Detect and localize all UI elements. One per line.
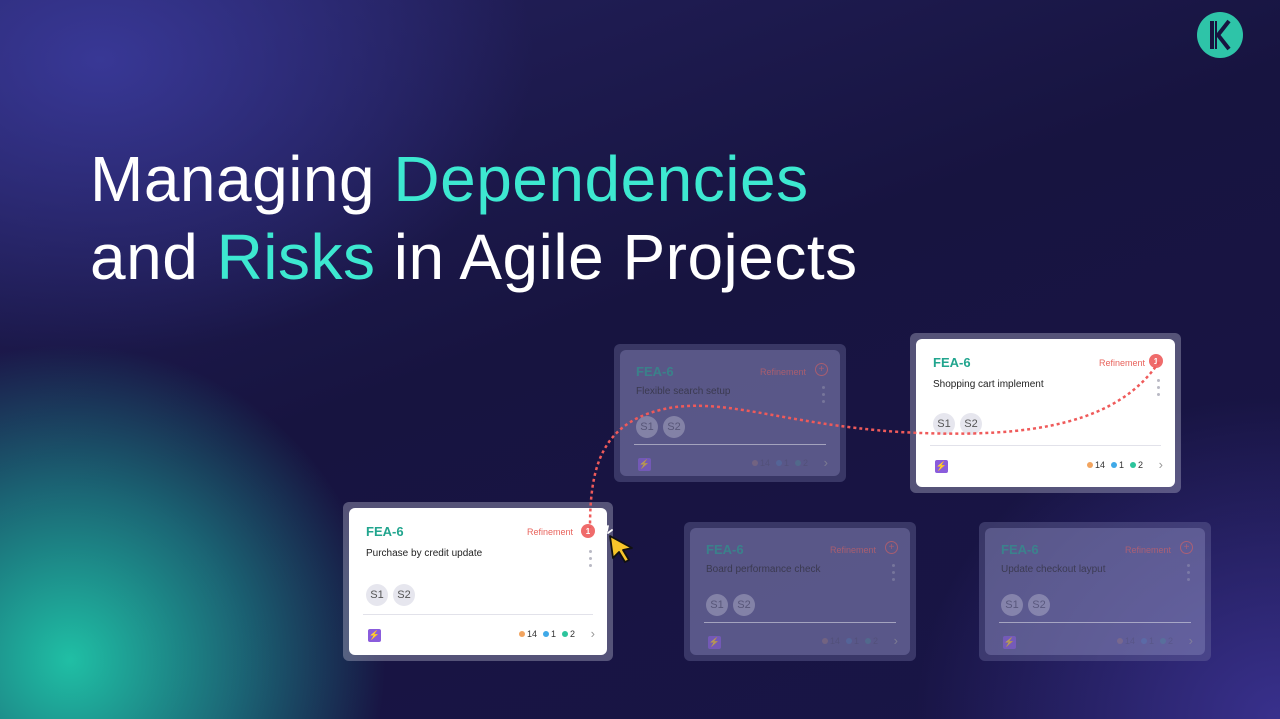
- card-stats: 14 1 2: [1086, 460, 1143, 470]
- more-icon[interactable]: [589, 550, 593, 571]
- stat-value: 1: [550, 629, 556, 639]
- card-code: FEA-6: [706, 542, 744, 557]
- divider: [999, 622, 1191, 623]
- card-stats: 14 1 2: [1116, 636, 1173, 646]
- task-card[interactable]: FEA-6 Refinement + Board performance che…: [690, 528, 910, 655]
- card-title: Update checkout layput: [1001, 564, 1106, 575]
- avatar: S2: [393, 584, 415, 606]
- stat-value: 1: [853, 636, 859, 646]
- stat-value: 14: [1124, 636, 1135, 646]
- card-title: Shopping cart implement: [933, 379, 1044, 390]
- avatar: S2: [663, 416, 685, 438]
- stat-value: 14: [759, 458, 770, 468]
- card-status: Refinement: [526, 527, 573, 537]
- card-code: FEA-6: [933, 355, 971, 370]
- avatar: S2: [1028, 594, 1050, 616]
- card-title: Board performance check: [706, 564, 821, 575]
- title-text: Managing: [90, 143, 394, 215]
- task-card-frame: FEA-6 Refinement + Board performance che…: [684, 522, 916, 661]
- page-title: Managing Dependencies and Risks in Agile…: [90, 140, 858, 296]
- lightning-icon: ⚡: [1003, 636, 1016, 649]
- stat-value: 14: [829, 636, 840, 646]
- stat-value: 2: [872, 636, 878, 646]
- avatar: S1: [706, 594, 728, 616]
- stat-value: 1: [1148, 636, 1154, 646]
- chevron-right-icon[interactable]: ›: [1159, 457, 1163, 472]
- card-title: Flexible search setup: [636, 386, 731, 397]
- card-status: Refinement: [759, 367, 806, 377]
- card-stats: 14 1 2: [518, 629, 575, 639]
- avatar: S1: [636, 416, 658, 438]
- title-accent: Dependencies: [393, 143, 809, 215]
- more-icon[interactable]: [822, 386, 826, 407]
- dependency-badge[interactable]: +: [815, 363, 828, 376]
- divider: [634, 444, 826, 445]
- card-status: Refinement: [829, 545, 876, 555]
- task-card[interactable]: FEA-6 Refinement + Update checkout laypu…: [985, 528, 1205, 655]
- title-text: and: [90, 221, 217, 293]
- card-stats: 14 1 2: [821, 636, 878, 646]
- title-accent: Risks: [216, 221, 376, 293]
- card-title: Purchase by credit update: [366, 548, 483, 559]
- stat-value: 2: [802, 458, 808, 468]
- divider: [363, 614, 593, 615]
- card-code: FEA-6: [366, 524, 404, 539]
- dependency-badge[interactable]: 1: [1149, 354, 1163, 368]
- cursor-icon: [599, 525, 633, 563]
- lightning-icon: ⚡: [935, 460, 948, 473]
- chevron-right-icon[interactable]: ›: [591, 626, 595, 641]
- task-card-frame: FEA-6 Refinement + Update checkout laypu…: [979, 522, 1211, 661]
- stat-value: 14: [1094, 460, 1105, 470]
- dependency-badge[interactable]: +: [885, 541, 898, 554]
- avatar: S2: [733, 594, 755, 616]
- stat-value: 2: [1167, 636, 1173, 646]
- stat-value: 1: [783, 458, 789, 468]
- card-stats: 14 1 2: [751, 458, 808, 468]
- more-icon[interactable]: [1187, 564, 1191, 585]
- lightning-icon: ⚡: [708, 636, 721, 649]
- avatar: S2: [960, 413, 982, 435]
- avatar: S1: [933, 413, 955, 435]
- dependency-badge[interactable]: 1: [581, 524, 595, 538]
- divider: [704, 622, 896, 623]
- title-text: in Agile Projects: [375, 221, 858, 293]
- brand-logo: [1197, 12, 1243, 58]
- stat-value: 14: [526, 629, 537, 639]
- chevron-right-icon[interactable]: ›: [1189, 633, 1193, 648]
- card-code: FEA-6: [636, 364, 674, 379]
- task-card[interactable]: FEA-6 Refinement + Flexible search setup…: [620, 350, 840, 476]
- more-icon[interactable]: [892, 564, 896, 585]
- stat-value: 1: [1118, 460, 1124, 470]
- stat-value: 2: [569, 629, 575, 639]
- task-card[interactable]: FEA-6 Refinement 1 Shopping cart impleme…: [916, 339, 1175, 487]
- task-card-frame: FEA-6 Refinement + Flexible search setup…: [614, 344, 846, 482]
- card-code: FEA-6: [1001, 542, 1039, 557]
- chevron-right-icon[interactable]: ›: [824, 455, 828, 470]
- card-status: Refinement: [1098, 358, 1145, 368]
- task-card-frame: FEA-6 Refinement 1 Purchase by credit up…: [343, 502, 613, 661]
- dependency-badge[interactable]: +: [1180, 541, 1193, 554]
- stat-value: 2: [1137, 460, 1143, 470]
- task-card[interactable]: FEA-6 Refinement 1 Purchase by credit up…: [349, 508, 607, 655]
- lightning-icon: ⚡: [368, 629, 381, 642]
- card-status: Refinement: [1124, 545, 1171, 555]
- avatar: S1: [366, 584, 388, 606]
- divider: [930, 445, 1161, 446]
- more-icon[interactable]: [1157, 379, 1161, 400]
- avatar: S1: [1001, 594, 1023, 616]
- chevron-right-icon[interactable]: ›: [894, 633, 898, 648]
- task-card-frame: FEA-6 Refinement 1 Shopping cart impleme…: [910, 333, 1181, 493]
- lightning-icon: ⚡: [638, 458, 651, 471]
